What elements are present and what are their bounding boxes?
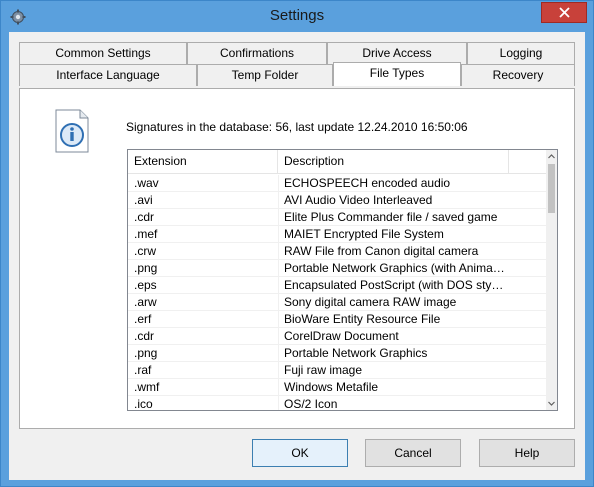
title-bar[interactable]: Settings (1, 1, 593, 32)
list-item[interactable]: .cdr Elite Plus Commander file / saved ga… (128, 209, 547, 226)
tab-confirmations[interactable]: Confirmations (187, 42, 327, 64)
description-cell: CorelDraw Document (284, 329, 399, 343)
tab-common-settings[interactable]: Common Settings (19, 42, 187, 64)
dialog-client: Common Settings Confirmations Drive Acce… (9, 32, 585, 480)
extension-cell: .raf (134, 363, 152, 377)
description-cell: Portable Network Graphics (284, 346, 428, 360)
description-cell: Windows Metafile (284, 380, 379, 394)
list-item[interactable]: .png Portable Network Graphics (128, 345, 547, 362)
extension-cell: .wav (134, 176, 159, 190)
close-icon (558, 7, 570, 18)
description-cell: AVI Audio Video Interleaved (284, 193, 433, 207)
list-item[interactable]: .crw RAW File from Canon digital camera (128, 243, 547, 260)
extension-cell: .cdr (134, 329, 155, 343)
list-header: Extension Description (128, 150, 547, 174)
list-item[interactable]: .wav ECHOSPEECH encoded audio (128, 175, 547, 192)
description-cell: Encapsulated PostScript (with DOS style … (284, 278, 506, 292)
scroll-down-arrow-icon[interactable] (548, 400, 555, 407)
description-cell: ECHOSPEECH encoded audio (284, 176, 451, 190)
list-item[interactable]: .erf BioWare Entity Resource File (128, 311, 547, 328)
help-button[interactable]: Help (479, 439, 575, 467)
description-cell: Fuji raw image (284, 363, 363, 377)
extension-cell: .png (134, 261, 158, 275)
close-button[interactable] (541, 2, 587, 23)
settings-window: Settings Common Settings Confirmations D… (0, 0, 594, 487)
scrollbar-thumb[interactable] (548, 164, 555, 213)
list-item[interactable]: .wmf Windows Metafile (128, 379, 547, 396)
extension-cell: .mef (134, 227, 158, 241)
list-item[interactable]: .ico OS/2 Icon (128, 396, 547, 411)
extension-cell: .crw (134, 244, 156, 258)
list-item[interactable]: .cdr CorelDraw Document (128, 328, 547, 345)
list-item[interactable]: .eps Encapsulated PostScript (with DOS st… (128, 277, 547, 294)
column-header-description[interactable]: Description (278, 150, 509, 173)
tab-drive-access[interactable]: Drive Access (327, 42, 467, 64)
description-cell: RAW File from Canon digital camera (284, 244, 479, 258)
description-cell: MAIET Encrypted File System (284, 227, 444, 241)
extension-cell: .ico (134, 397, 153, 411)
extension-cell: .erf (134, 312, 152, 326)
info-icon (55, 109, 89, 153)
extension-cell: .png (134, 346, 158, 360)
tab-recovery[interactable]: Recovery (461, 64, 575, 86)
list-item[interactable]: .png Portable Network Graphics (with Anim… (128, 260, 547, 277)
vertical-scrollbar[interactable] (546, 150, 557, 410)
column-header-extension[interactable]: Extension (128, 150, 278, 173)
extension-cell: .eps (134, 278, 157, 292)
list-item[interactable]: .raf Fuji raw image (128, 362, 547, 379)
file-types-panel: Signatures in the database: 56, last upd… (19, 88, 575, 429)
window-title: Settings (269, 7, 325, 24)
description-cell: Sony digital camera RAW image (284, 295, 457, 309)
list-item[interactable]: .arw Sony digital camera RAW image (128, 294, 547, 311)
description-cell: BioWare Entity Resource File (284, 312, 441, 326)
list-rows: .wav ECHOSPEECH encoded audio .avi AVI Aud… (128, 175, 547, 411)
file-types-list[interactable]: Extension Description .wav ECHOSPEECH enc… (127, 149, 558, 411)
cancel-button[interactable]: Cancel (365, 439, 461, 467)
ok-button[interactable]: OK (252, 439, 348, 467)
tab-file-types[interactable]: File Types (333, 62, 461, 86)
extension-cell: .avi (134, 193, 153, 207)
description-cell: Elite Plus Commander file / saved game (284, 210, 498, 224)
scroll-up-arrow-icon[interactable] (548, 153, 555, 160)
tab-interface-language[interactable]: Interface Language (19, 64, 197, 86)
extension-cell: .cdr (134, 210, 155, 224)
tab-temp-folder[interactable]: Temp Folder (197, 64, 333, 86)
extension-cell: .wmf (134, 380, 160, 394)
tab-logging[interactable]: Logging (467, 42, 575, 64)
list-item[interactable]: .mef MAIET Encrypted File System (128, 226, 547, 243)
signatures-info: Signatures in the database: 56, last upd… (126, 120, 468, 134)
description-cell: Portable Network Graphics (with Animatio… (284, 261, 506, 275)
tab-strip: Common Settings Confirmations Drive Acce… (19, 42, 575, 88)
list-item[interactable]: .avi AVI Audio Video Interleaved (128, 192, 547, 209)
extension-cell: .arw (134, 295, 157, 309)
description-cell: OS/2 Icon (284, 397, 338, 411)
